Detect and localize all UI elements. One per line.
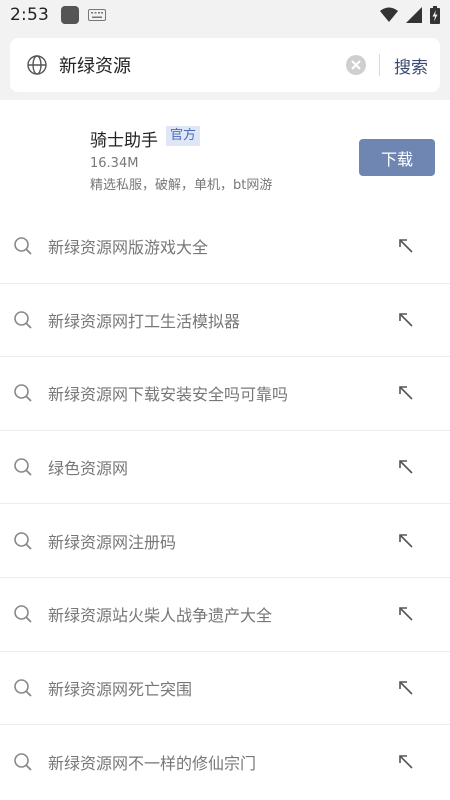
clear-icon[interactable] xyxy=(345,54,367,76)
search-icon xyxy=(14,384,32,403)
search-icon xyxy=(14,237,32,255)
app-icon xyxy=(60,6,79,24)
search-box: 搜索 xyxy=(10,38,440,92)
fill-query-arrow-icon[interactable] xyxy=(398,533,414,549)
fill-query-arrow-icon[interactable] xyxy=(398,754,414,770)
globe-icon xyxy=(27,55,47,75)
search-icon xyxy=(14,753,32,771)
suggestion-list: 新绿资源网版游戏大全 新绿资源网打工生活模拟器 新绿资源网下载安装安全吗可靠吗 … xyxy=(0,210,450,799)
app-name: 骑士助手 xyxy=(90,131,158,151)
suggestion-text: 绿色资源网 xyxy=(48,459,129,479)
search-icon xyxy=(14,679,32,697)
suggestion-text: 新绿资源网打工生活模拟器 xyxy=(48,311,241,331)
suggestion-text: 新绿资源网死亡突围 xyxy=(48,679,193,699)
battery-charging-icon xyxy=(430,6,440,24)
fill-query-arrow-icon[interactable] xyxy=(398,606,414,622)
suggestion-text: 新绿资源网注册码 xyxy=(48,532,177,552)
search-button[interactable]: 搜索 xyxy=(394,53,428,78)
wifi-icon xyxy=(380,7,398,22)
official-badge: 官方 xyxy=(166,126,201,146)
search-icon xyxy=(14,458,32,476)
app-card[interactable]: 骑士助手 官方 16.34M 精选私服，破解，单机，bt网游 下载 xyxy=(0,100,450,210)
suggestion-text: 新绿资源网版游戏大全 xyxy=(48,238,209,258)
fill-query-arrow-icon[interactable] xyxy=(398,312,414,328)
fill-query-arrow-icon[interactable] xyxy=(398,680,414,696)
keyboard-icon xyxy=(87,9,106,21)
cellular-signal-icon xyxy=(406,7,422,23)
app-size: 16.34M xyxy=(90,156,139,171)
search-icon xyxy=(14,531,32,550)
suggestion-item[interactable]: 新绿资源网不一样的修仙宗门 xyxy=(0,725,450,799)
search-input[interactable] xyxy=(59,50,345,80)
suggestion-text: 新绿资源网不一样的修仙宗门 xyxy=(48,753,257,773)
fill-query-arrow-icon[interactable] xyxy=(398,238,414,254)
suggestion-item[interactable]: 新绿资源站火柴人战争遗产大全 xyxy=(0,578,450,652)
app-description: 精选私服，破解，单机，bt网游 xyxy=(90,178,273,193)
suggestion-item[interactable]: 新绿资源网死亡突围 xyxy=(0,652,450,726)
status-time: 2:53 xyxy=(10,5,49,25)
suggestion-item[interactable]: 新绿资源网下载安装安全吗可靠吗 xyxy=(0,357,450,431)
suggestion-item[interactable]: 绿色资源网 xyxy=(0,431,450,505)
search-divider xyxy=(379,54,380,76)
suggestion-text: 新绿资源网下载安装安全吗可靠吗 xyxy=(48,385,289,405)
status-bar: 2:53 xyxy=(0,0,450,30)
download-button[interactable]: 下载 xyxy=(359,139,435,176)
search-icon xyxy=(14,605,32,623)
fill-query-arrow-icon[interactable] xyxy=(398,459,414,475)
search-area: 搜索 xyxy=(0,30,450,100)
suggestion-item[interactable]: 新绿资源网版游戏大全 xyxy=(0,210,450,284)
search-icon xyxy=(14,311,32,329)
suggestion-item[interactable]: 新绿资源网注册码 xyxy=(0,504,450,578)
suggestion-item[interactable]: 新绿资源网打工生活模拟器 xyxy=(0,284,450,358)
suggestion-text: 新绿资源站火柴人战争遗产大全 xyxy=(48,606,273,626)
fill-query-arrow-icon[interactable] xyxy=(398,385,414,401)
